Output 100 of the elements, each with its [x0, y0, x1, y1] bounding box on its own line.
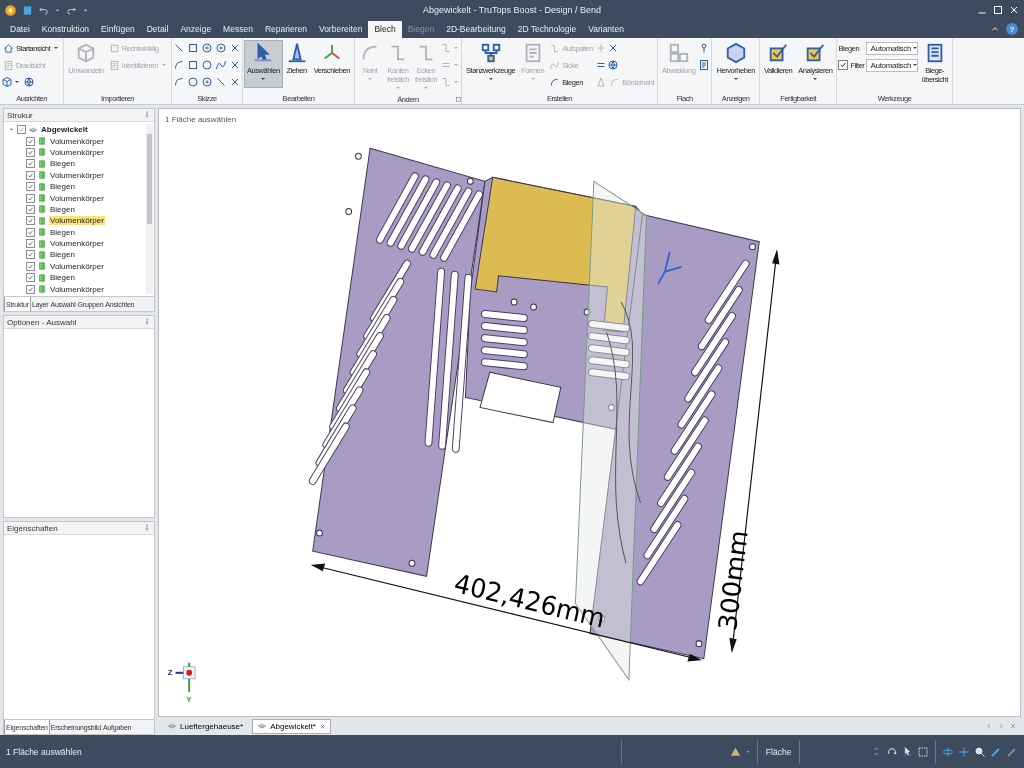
menu-tab[interactable]: Varianten: [582, 21, 630, 38]
axis-label: Y: [186, 694, 192, 704]
ribbon-icon-button[interactable]: [607, 57, 620, 73]
panel-title: Eigenschaften: [7, 523, 58, 533]
pushpin-icon[interactable]: [143, 524, 151, 532]
tree-item[interactable]: Biegen: [49, 250, 76, 260]
checkbox[interactable]: [26, 193, 35, 203]
menu-tab[interactable]: Messen: [217, 21, 259, 38]
tree-item[interactable]: Volumenkörper: [49, 261, 105, 271]
ribbon-icon-button[interactable]: [215, 40, 227, 56]
tree-item[interactable]: Volumenkörper: [49, 284, 105, 294]
ribbon-icon-button[interactable]: [187, 74, 199, 90]
logo-circle-icon: [4, 3, 17, 17]
ribbon-icon-button[interactable]: [201, 40, 213, 56]
page-icon: [698, 59, 711, 71]
square-icon: [187, 59, 199, 71]
ribbon-icon-button[interactable]: [698, 57, 711, 73]
scrollbar[interactable]: [146, 124, 153, 294]
save-icon[interactable]: [22, 4, 33, 16]
cross-icon: [229, 42, 241, 54]
selection-filter[interactable]: Fläche: [757, 746, 800, 757]
caret-icon: [160, 61, 168, 69]
dashed-square-icon[interactable]: [917, 745, 930, 758]
solid-body-icon: [37, 204, 47, 215]
tree-item[interactable]: Volumenkörper: [49, 216, 105, 226]
tree-item[interactable]: Volumenkörper: [49, 170, 105, 180]
menu-tab[interactable]: Anzeige: [174, 21, 218, 38]
tree-item[interactable]: Volumenkörper: [49, 147, 105, 157]
warning-icon[interactable]: [729, 746, 741, 757]
target-icon: [201, 76, 213, 88]
checkbox[interactable]: [26, 216, 35, 226]
menu-tab[interactable]: Einfügen: [95, 21, 141, 38]
maximize-icon[interactable]: [992, 4, 1004, 16]
dropdown-field[interactable]: Automatisch: [866, 58, 919, 72]
tree-item[interactable]: Biegen: [49, 273, 76, 283]
status-message: 1 Fläche auswählen: [6, 746, 83, 757]
cross-icon: [229, 76, 241, 88]
menu-tab[interactable]: Reparieren: [258, 21, 313, 38]
checkbox[interactable]: [17, 125, 26, 135]
solid-body-icon: [37, 227, 47, 238]
checkbox[interactable]: [26, 261, 35, 271]
circle-icon: [201, 59, 213, 71]
checkbox[interactable]: [26, 147, 35, 157]
menu-tab[interactable]: Vorbereiten: [312, 21, 369, 38]
tree-item[interactable]: Biegen: [49, 227, 76, 237]
checkbox[interactable]: [26, 284, 35, 294]
ribbon-icon-button[interactable]: [23, 74, 35, 90]
menu-tab[interactable]: Blech: [368, 21, 402, 38]
arc-icon: [609, 76, 621, 88]
caret-icon[interactable]: [744, 748, 751, 755]
ribbon-icon-button[interactable]: [201, 74, 213, 90]
checkbox[interactable]: [26, 204, 35, 214]
checkbox[interactable]: [26, 136, 35, 146]
line-icon: [173, 42, 185, 54]
tree-item[interactable]: Biegen: [49, 204, 76, 214]
checkbox[interactable]: [26, 159, 35, 169]
triangle-icon: [595, 76, 608, 88]
close-icon[interactable]: [1008, 4, 1020, 16]
solid-body-icon: [37, 238, 47, 249]
menu-tab[interactable]: Detail: [140, 21, 175, 38]
pen-icon[interactable]: [1006, 745, 1018, 758]
tree-item[interactable]: Volumenkörper: [49, 239, 105, 249]
menu-tab[interactable]: Konstruktion: [35, 21, 96, 38]
solid-body-icon: [37, 250, 47, 260]
panel-title: Strukur: [7, 110, 33, 120]
document-tab[interactable]: Abgewickelt*: [252, 718, 331, 734]
grid-icon: [667, 42, 690, 64]
menu-tab[interactable]: 2D-Bearbeitung: [440, 21, 512, 38]
ribbon-icon-button[interactable]: [201, 57, 213, 73]
cursor-icon[interactable]: [902, 746, 914, 757]
help-button[interactable]: ?: [1006, 23, 1018, 35]
square-icon: [108, 42, 120, 54]
bracket-icon: [440, 42, 452, 54]
tree-item[interactable]: Volumenkörper: [49, 193, 105, 203]
axis-triad-icon: [174, 661, 196, 693]
tree-item[interactable]: Biegen: [49, 182, 76, 192]
checkbox[interactable]: [26, 273, 35, 283]
pen-icon[interactable]: [990, 745, 1002, 758]
checkbox[interactable]: [26, 227, 35, 237]
checkbox[interactable]: [26, 250, 35, 260]
zoom-icon[interactable]: [974, 745, 986, 758]
hint-text: 1 Fläche auswählen: [165, 115, 237, 124]
checkbox[interactable]: [26, 182, 35, 192]
document-tab[interactable]: Lueftergehaeuse*: [162, 718, 249, 734]
dropdown-field[interactable]: Automatisch: [866, 41, 919, 55]
pushpin-icon[interactable]: [143, 318, 151, 326]
orbit-icon[interactable]: [942, 745, 954, 758]
menu-tab[interactable]: 2D Technologie: [511, 21, 583, 38]
menu-tab[interactable]: Datei: [4, 21, 36, 38]
caret-icon: [394, 84, 402, 92]
caret-icon: [452, 44, 460, 52]
arc-icon: [173, 76, 185, 88]
pushpin-icon[interactable]: [143, 111, 151, 119]
checkbox[interactable]: [26, 170, 35, 180]
tree-item[interactable]: Abgewickelt: [40, 125, 89, 135]
ribbon-icon-button[interactable]: [1, 74, 21, 90]
checkbox[interactable]: [26, 239, 35, 249]
tree-item[interactable]: Volumenkörper: [49, 136, 105, 146]
circle-icon: [187, 76, 199, 88]
tree-item[interactable]: Biegen: [49, 159, 76, 169]
